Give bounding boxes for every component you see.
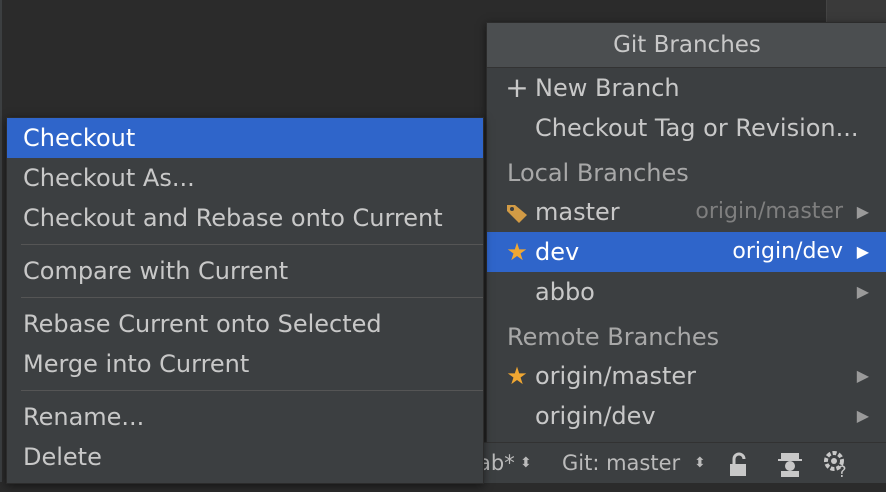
submenu-arrow-icon: ▶ bbox=[856, 282, 869, 301]
menu-item-checkout-as[interactable]: Checkout As... bbox=[7, 158, 483, 198]
branch-item-master[interactable]: master origin/master ▶ bbox=[487, 192, 886, 232]
checkout-tag-action[interactable]: Checkout Tag or Revision... bbox=[487, 108, 886, 148]
lock-icon[interactable] bbox=[726, 451, 752, 491]
branch-name: origin/master bbox=[535, 362, 697, 390]
submenu-arrow-icon: ▶ bbox=[856, 366, 869, 385]
editor-gutter bbox=[0, 0, 2, 482]
new-branch-action[interactable]: + New Branch bbox=[487, 68, 886, 108]
status-bar: ab* ⬍ Git: master ⬍ ? bbox=[478, 442, 886, 483]
editor-scrollbar[interactable] bbox=[826, 0, 886, 22]
submenu-arrow-icon: ▶ bbox=[856, 242, 869, 261]
menu-item-rename[interactable]: Rename... bbox=[7, 397, 483, 437]
menu-item-checkout[interactable]: Checkout bbox=[7, 118, 483, 158]
popup-title: Git Branches bbox=[487, 23, 886, 68]
branch-name: origin/dev bbox=[535, 402, 656, 430]
menu-separator bbox=[21, 390, 483, 391]
tag-icon bbox=[503, 192, 531, 232]
menu-separator bbox=[21, 297, 483, 298]
branch-name: abbo bbox=[535, 278, 595, 306]
remote-branch-item-origin-dev[interactable]: origin/dev ▶ bbox=[487, 396, 886, 436]
star-icon: ★ bbox=[506, 362, 528, 390]
local-branches-header: Local Branches bbox=[507, 159, 689, 187]
branch-item-abbo[interactable]: abbo ▶ bbox=[487, 272, 886, 312]
tracked-remote: origin/dev bbox=[732, 239, 843, 264]
branch-item-dev[interactable]: ★ dev origin/dev ▶ bbox=[487, 232, 886, 272]
inspector-icon[interactable] bbox=[776, 450, 804, 491]
menu-item-compare[interactable]: Compare with Current bbox=[7, 251, 483, 291]
submenu-arrow-icon: ▶ bbox=[856, 202, 869, 221]
menu-item-checkout-rebase[interactable]: Checkout and Rebase onto Current bbox=[7, 198, 483, 238]
git-branch-widget[interactable]: Git: master bbox=[562, 443, 680, 483]
remote-branches-header: Remote Branches bbox=[507, 323, 720, 351]
tracked-remote: origin/master bbox=[695, 199, 843, 224]
submenu-arrow-icon: ▶ bbox=[856, 406, 869, 425]
menu-item-rebase-current[interactable]: Rebase Current onto Selected bbox=[7, 304, 483, 344]
checkout-tag-label: Checkout Tag or Revision... bbox=[535, 114, 859, 142]
plus-icon: + bbox=[505, 71, 529, 104]
remote-branch-item-origin-master[interactable]: ★ origin/master ▶ bbox=[487, 356, 886, 396]
menu-separator bbox=[21, 244, 483, 245]
menu-item-merge[interactable]: Merge into Current bbox=[7, 344, 483, 384]
branch-context-menu: Checkout Checkout As... Checkout and Reb… bbox=[6, 117, 484, 484]
menu-item-delete[interactable]: Delete bbox=[7, 437, 483, 477]
star-icon: ★ bbox=[506, 238, 528, 266]
branch-name: dev bbox=[535, 238, 580, 266]
settings-help-icon[interactable]: ? bbox=[822, 449, 852, 492]
branch-name: master bbox=[535, 198, 620, 226]
svg-text:?: ? bbox=[838, 462, 847, 479]
updown-icon[interactable]: ⬍ bbox=[520, 443, 532, 483]
git-branches-popup: Git Branches + New Branch Checkout Tag o… bbox=[486, 22, 886, 444]
new-branch-label: New Branch bbox=[535, 74, 680, 102]
branch-updown-icon[interactable]: ⬍ bbox=[694, 443, 706, 483]
